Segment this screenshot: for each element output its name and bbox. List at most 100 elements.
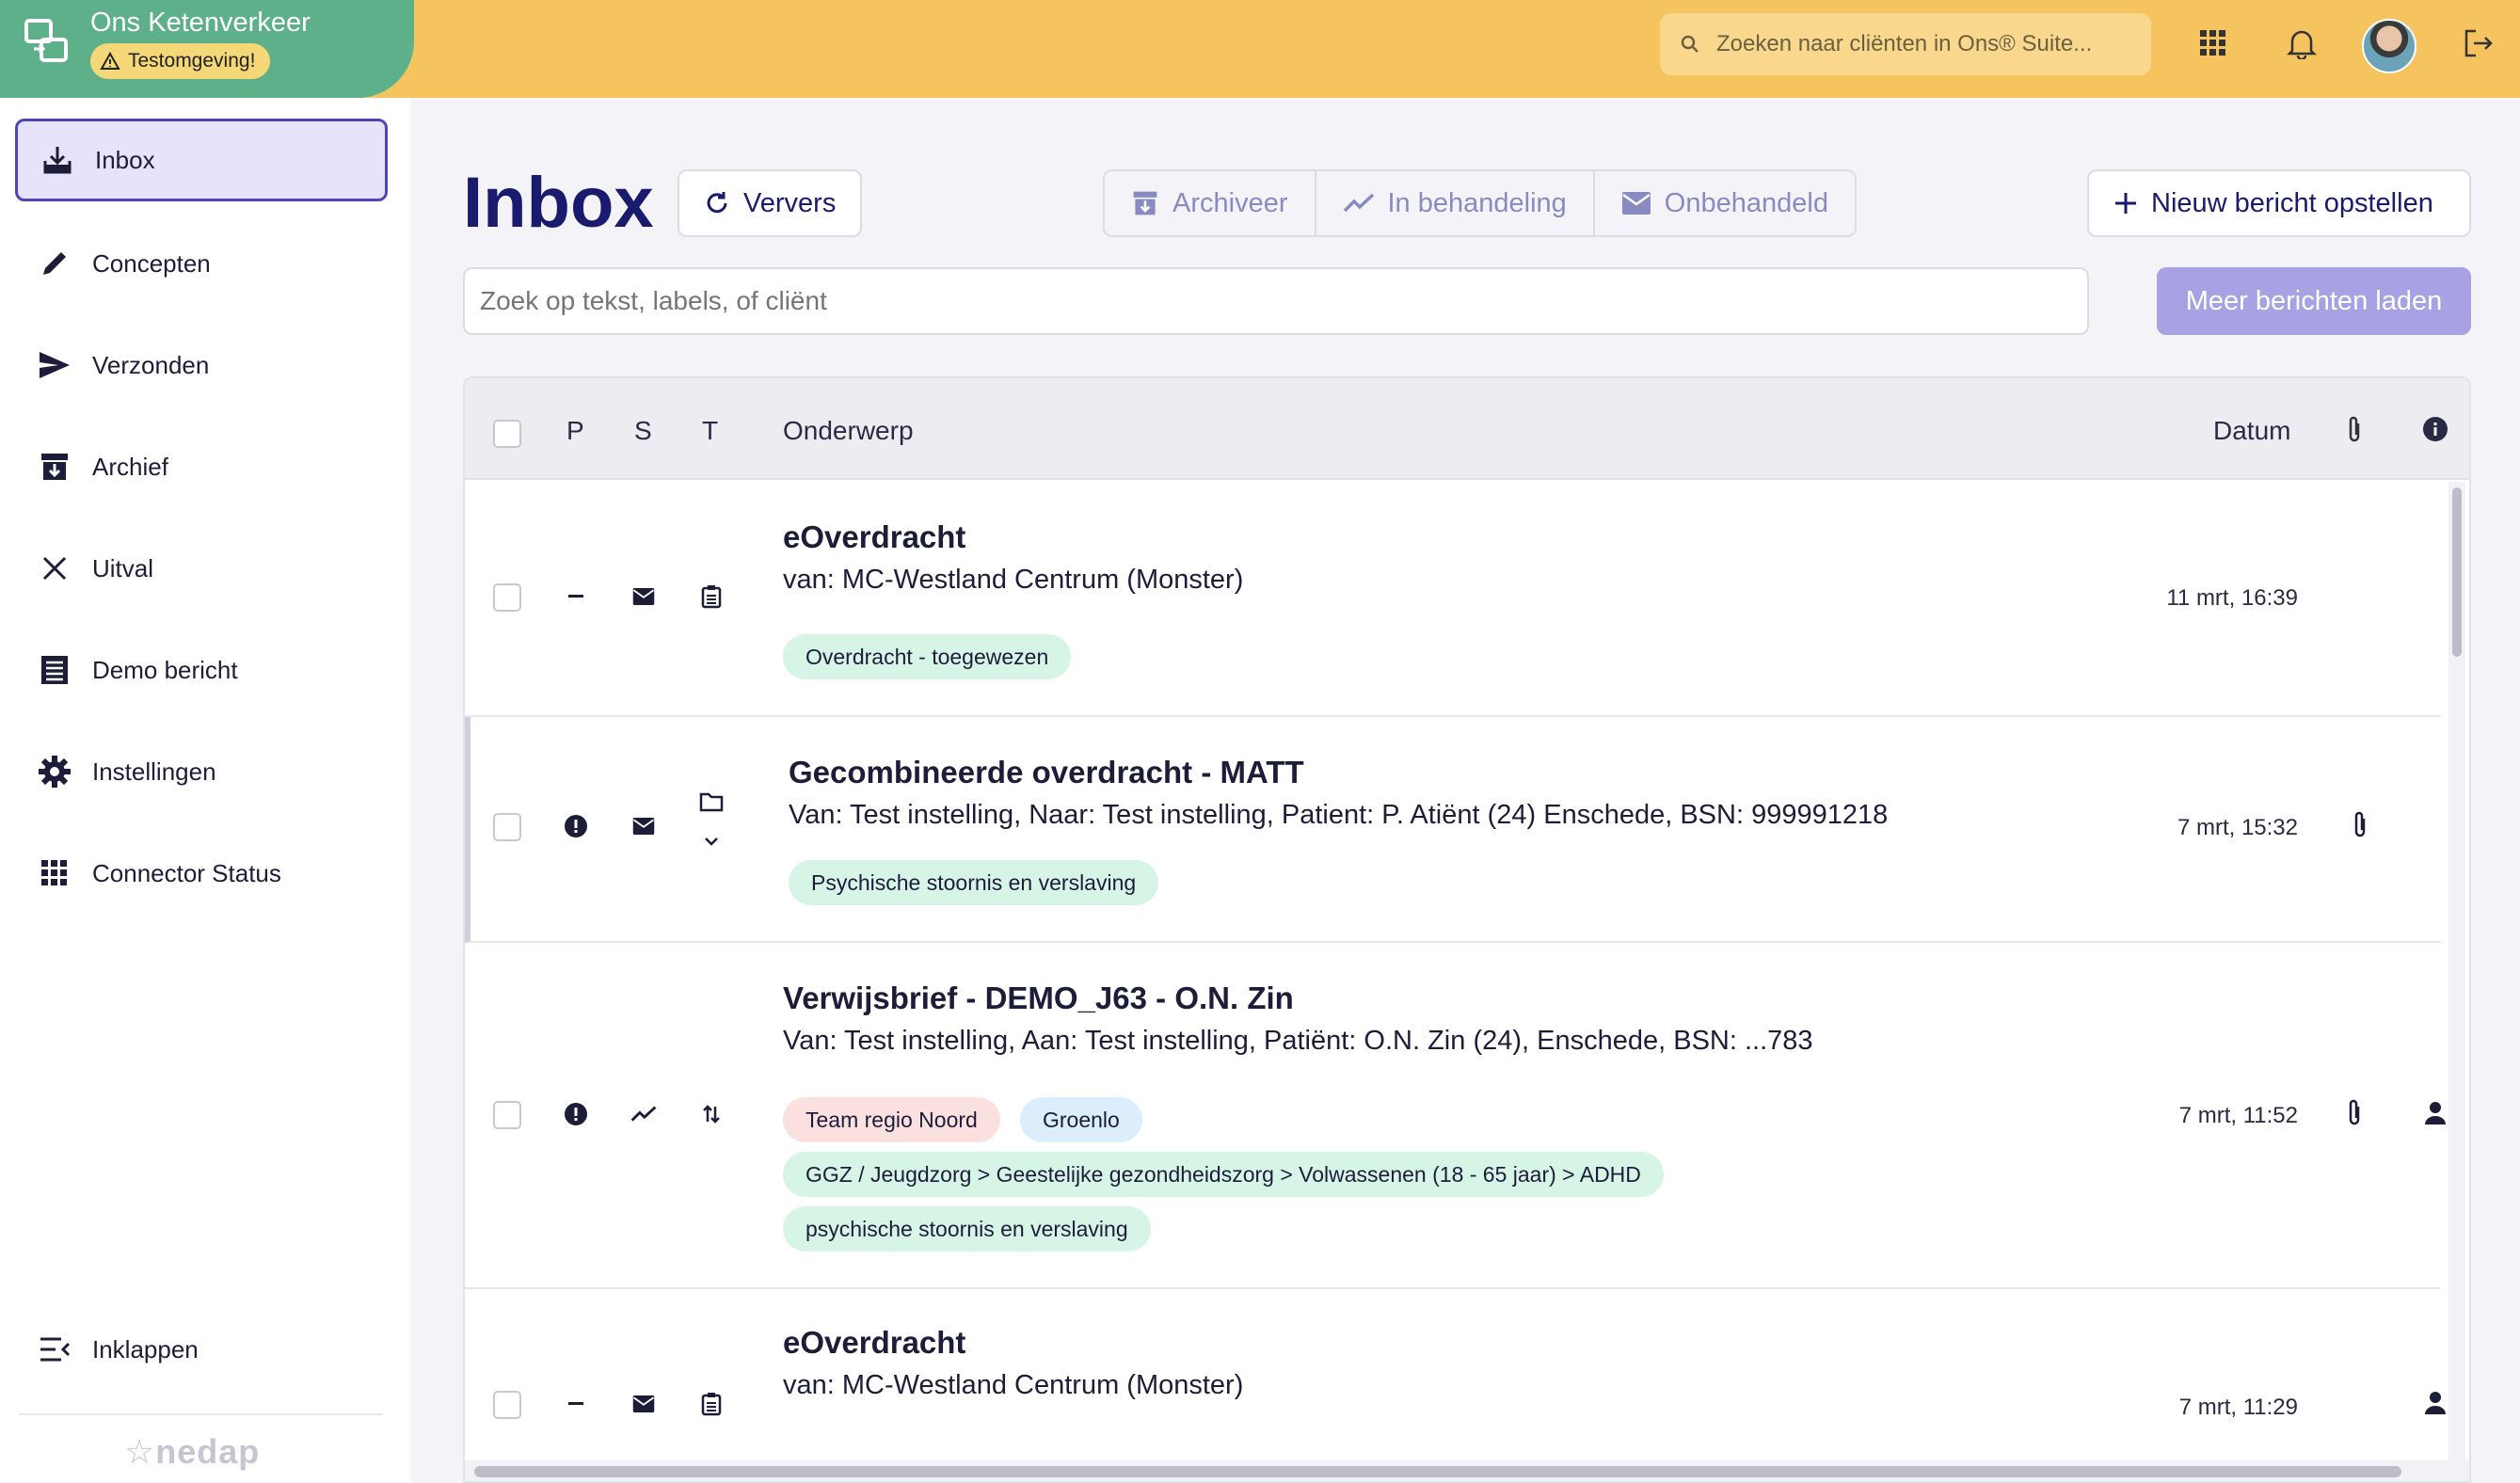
sidebar-item-label: Archief — [92, 452, 168, 481]
logout-icon[interactable] — [2456, 21, 2501, 66]
sidebar-item-verzonden[interactable]: Verzonden — [15, 324, 388, 407]
plus-icon — [2115, 193, 2136, 214]
attachment-header-icon — [2349, 416, 2360, 442]
clipboard-icon — [698, 1391, 725, 1417]
row-subject: eOverdracht — [783, 519, 966, 554]
select-all-checkbox[interactable] — [493, 420, 521, 448]
alert-icon — [563, 813, 589, 839]
row-checkbox[interactable] — [493, 1391, 521, 1419]
collapse-sidebar-button[interactable]: Inklappen — [15, 1308, 388, 1391]
environment-badge-label: Testomgeving! — [128, 50, 256, 72]
row-checkbox[interactable] — [493, 1101, 521, 1129]
apps-grid-icon[interactable] — [2191, 21, 2236, 66]
row-subject: Gecombineerde overdracht - MATT — [789, 755, 1304, 789]
row-subject: eOverdracht — [783, 1325, 966, 1360]
column-header-status[interactable]: S — [634, 416, 652, 446]
send-icon — [36, 346, 73, 384]
new-message-label: Nieuw bericht opstellen — [2151, 187, 2433, 218]
app-logo-icon — [24, 19, 68, 62]
app-title: Ons Ketenverkeer — [90, 8, 311, 38]
refresh-button[interactable]: Ververs — [678, 169, 863, 237]
unhandled-action-button[interactable]: Onbehandeld — [1595, 171, 1855, 235]
client-search-placeholder: Zoeken naar cliënten in Ons® Suite... — [1716, 31, 2093, 56]
row-checkbox[interactable] — [493, 583, 521, 612]
in-progress-action-button[interactable]: In behandeling — [1316, 171, 1595, 235]
sidebar-item-label: Concepten — [92, 248, 211, 278]
column-header-subject[interactable]: Onderwerp — [783, 416, 914, 446]
sidebar-item-concepten[interactable]: Concepten — [15, 222, 388, 305]
row-tag: Team regio Noord — [783, 1097, 1000, 1142]
trend-icon — [1343, 193, 1374, 213]
person-icon — [2425, 1392, 2446, 1414]
vertical-scrollbar-thumb[interactable] — [2452, 487, 2462, 657]
envelope-icon — [1621, 192, 1651, 215]
row-tag: GGZ / Jeugdzorg > Geestelijke gezondheid… — [783, 1152, 1664, 1197]
new-message-button[interactable]: Nieuw bericht opstellen — [2087, 169, 2471, 237]
row-sender: van: MC-Westland Centrum (Monster) — [783, 565, 1244, 595]
brand[interactable]: Ons Ketenverkeer Testomgeving! — [0, 0, 442, 98]
load-more-button[interactable]: Meer berichten laden — [2157, 267, 2471, 335]
archive-action-label: Archiveer — [1172, 187, 1288, 218]
user-avatar[interactable] — [2362, 19, 2416, 73]
status-action-group: Archiveer In behandeling Onbehandeld — [1103, 169, 1857, 237]
row-date: 7 mrt, 11:29 — [2178, 1395, 2298, 1420]
folder-icon — [698, 789, 725, 815]
table-row[interactable]: eOverdracht van: MC-Westland Centrum (Mo… — [465, 1289, 2446, 1481]
alert-icon — [563, 1101, 589, 1127]
column-header-priority[interactable]: P — [566, 416, 584, 446]
row-tag: Psychische stoornis en verslaving — [789, 860, 1159, 905]
refresh-label: Ververs — [743, 187, 837, 218]
nedap-logo: ☆nedap — [124, 1432, 261, 1471]
collapse-menu-icon — [36, 1331, 73, 1368]
sidebar-item-label: Instellingen — [92, 757, 216, 786]
row-sender: Van: Test instelling, Naar: Test instell… — [789, 800, 1889, 830]
sidebar-item-archief[interactable]: Archief — [15, 425, 388, 508]
row-checkbox[interactable] — [493, 813, 521, 841]
archive-action-button[interactable]: Archiveer — [1105, 171, 1316, 235]
archive-icon — [1133, 191, 1157, 215]
row-date: 11 mrt, 16:39 — [2166, 585, 2298, 611]
trend-icon — [630, 1101, 657, 1127]
client-search-input[interactable]: Zoeken naar cliënten in Ons® Suite... — [1660, 13, 2151, 75]
column-header-type[interactable]: T — [702, 416, 718, 446]
page-title: Inbox — [463, 163, 654, 243]
person-icon — [2425, 1102, 2446, 1124]
unhandled-action-label: Onbehandeld — [1664, 187, 1828, 218]
envelope-icon — [630, 1391, 657, 1417]
sidebar-item-uitval[interactable]: Uitval — [15, 527, 388, 610]
sidebar-item-instellingen[interactable]: Instellingen — [15, 730, 388, 813]
sidebar-item-inbox[interactable]: Inbox — [15, 119, 388, 201]
row-tag: psychische stoornis en verslaving — [783, 1206, 1151, 1252]
refresh-icon — [707, 192, 727, 214]
clipboard-icon — [698, 583, 725, 610]
row-tag: Overdracht - toegewezen — [783, 634, 1072, 679]
envelope-icon — [630, 583, 657, 610]
sidebar-item-label: Verzonden — [92, 350, 210, 379]
pencil-icon — [36, 245, 73, 282]
table-header: P S T Onderwerp Datum — [465, 378, 2469, 480]
table-row[interactable]: Verwijsbrief - DEMO_J63 - O.N. Zin Van: … — [465, 943, 2446, 1289]
top-bar: Ons Ketenverkeer Testomgeving! Zoeken na… — [0, 0, 2520, 98]
gear-icon — [36, 753, 73, 790]
row-sender: Van: Test instelling, Aan: Test instelli… — [783, 1026, 1813, 1056]
sidebar-item-label: Inbox — [95, 145, 155, 174]
message-search-input[interactable] — [463, 267, 2089, 335]
environment-badge: Testomgeving! — [90, 43, 271, 79]
row-date: 7 mrt, 11:52 — [2178, 1103, 2298, 1128]
sidebar-item-demo-bericht[interactable]: Demo bericht — [15, 629, 388, 711]
attachment-icon — [2349, 1099, 2360, 1125]
notifications-bell-icon[interactable] — [2279, 21, 2324, 66]
column-header-date[interactable]: Datum — [2213, 416, 2290, 446]
table-row[interactable]: Gecombineerde overdracht - MATT Van: Tes… — [465, 717, 2441, 943]
transfer-icon — [698, 1101, 725, 1127]
vertical-scrollbar[interactable] — [2448, 482, 2465, 1479]
table-row[interactable]: eOverdracht van: MC-Westland Centrum (Mo… — [465, 482, 2441, 717]
chevron-down-icon[interactable] — [698, 828, 725, 854]
sidebar-item-connector-status[interactable]: Connector Status — [15, 832, 388, 915]
attachment-icon — [2354, 811, 2366, 837]
envelope-icon — [630, 813, 657, 839]
horizontal-scrollbar-thumb[interactable] — [474, 1466, 2401, 1477]
sidebar-item-label: Demo bericht — [92, 655, 238, 684]
search-icon — [1681, 35, 1699, 53]
horizontal-scrollbar[interactable] — [465, 1460, 2469, 1481]
